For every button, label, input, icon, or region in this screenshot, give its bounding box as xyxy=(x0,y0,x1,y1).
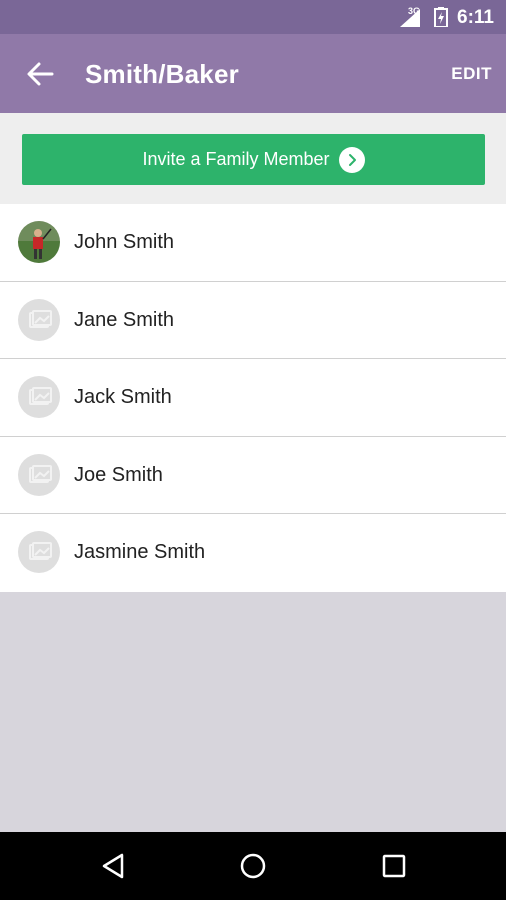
system-nav-bar xyxy=(0,832,506,900)
back-triangle-icon[interactable] xyxy=(98,850,130,882)
back-arrow-icon[interactable] xyxy=(26,60,54,88)
placeholder-photo-icon xyxy=(18,298,60,341)
clock: 6:11 xyxy=(457,7,494,28)
list-item-member[interactable]: Jasmine Smith xyxy=(0,514,506,592)
avatar xyxy=(18,221,60,263)
status-bar: 3G 6:11 xyxy=(0,0,506,34)
home-circle-icon[interactable] xyxy=(237,850,269,882)
list-item-member[interactable]: John Smith xyxy=(0,204,506,282)
list-item-member[interactable]: Jack Smith xyxy=(0,359,506,437)
battery-icon xyxy=(434,7,448,27)
invite-family-member-button[interactable]: Invite a Family Member xyxy=(22,134,485,185)
member-name: John Smith xyxy=(74,231,175,253)
app-bar: Smith/Baker EDIT xyxy=(0,34,506,113)
list-item-member[interactable]: Joe Smith xyxy=(0,437,506,515)
member-name: Jasmine Smith xyxy=(74,541,206,564)
invite-section: Invite a Family Member xyxy=(0,113,506,204)
list-item-member[interactable]: Jane Smith xyxy=(0,282,506,360)
edit-button[interactable]: EDIT xyxy=(451,64,492,84)
placeholder-photo-icon xyxy=(18,376,60,419)
placeholder-photo-icon xyxy=(18,531,60,574)
chevron-right-icon xyxy=(338,146,365,173)
page-title: Smith/Baker xyxy=(85,59,239,89)
member-name: Jack Smith xyxy=(74,386,172,409)
member-name: Jane Smith xyxy=(74,308,175,331)
signal-icon xyxy=(400,9,420,27)
recents-square-icon[interactable] xyxy=(378,850,410,882)
member-name: Joe Smith xyxy=(74,463,163,486)
placeholder-photo-icon xyxy=(18,453,60,496)
family-member-list: John Smith Jane Smith Jack Smith Joe Smi… xyxy=(0,204,506,592)
invite-button-label: Invite a Family Member xyxy=(142,149,330,169)
